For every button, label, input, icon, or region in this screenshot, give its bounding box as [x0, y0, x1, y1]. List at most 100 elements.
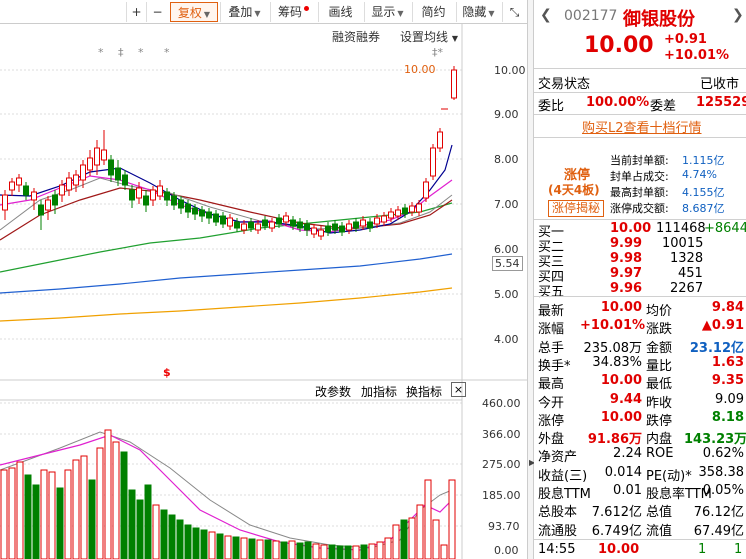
- price-change-pct: +10.01%: [664, 48, 730, 63]
- stat-label: 总值: [646, 505, 673, 521]
- stat-label: 换手*: [538, 358, 571, 374]
- candle-body: [325, 225, 331, 233]
- adjust-dropdown[interactable]: 复权 ▼: [170, 2, 218, 22]
- kline-chart[interactable]: [0, 24, 527, 559]
- bid-volume: 111468: [656, 221, 706, 236]
- volume-bar: [360, 544, 368, 559]
- stat-label: 金额: [646, 340, 673, 356]
- event-marker-2[interactable]: ‡: [118, 46, 124, 59]
- stat-value: 67.49亿: [693, 523, 744, 539]
- event-marker-3[interactable]: *: [138, 46, 144, 59]
- volume-bar: [168, 514, 176, 559]
- zoom-out-button[interactable]: −: [146, 2, 168, 22]
- stat-label: 涨跌: [646, 322, 673, 338]
- stat-value: 10.00: [600, 300, 642, 315]
- switch-indicator-button[interactable]: 换指标: [406, 383, 442, 400]
- stat-value: +10.01%: [580, 318, 646, 334]
- s-marker-icon[interactable]: $: [163, 366, 171, 379]
- volume-bar: [232, 536, 240, 559]
- volume-bar: [264, 539, 272, 559]
- event-marker-4[interactable]: *: [164, 46, 170, 59]
- stat-value: 0.62%: [702, 446, 744, 462]
- forward-arrow-icon[interactable]: ❯: [732, 7, 744, 23]
- change-param-button[interactable]: 改参数: [315, 383, 351, 400]
- candle-body: [381, 215, 387, 223]
- draw-line-button[interactable]: 画线: [318, 2, 362, 22]
- vol-axis-93: 93.70: [488, 520, 520, 533]
- stock-code: 002177: [564, 8, 618, 24]
- volume-bar: [128, 489, 136, 559]
- candle-body: [23, 185, 29, 196]
- candle-body: [171, 195, 177, 206]
- margin-trading-link[interactable]: 融资融券: [332, 28, 380, 45]
- volume-bar: [64, 469, 72, 559]
- stat-label: 量比: [646, 358, 673, 374]
- event-marker-1[interactable]: *: [98, 46, 104, 59]
- stat-value: 2.24: [613, 446, 642, 462]
- candle-body: [115, 167, 121, 181]
- stat-label: 流值: [646, 523, 673, 539]
- volume-bar: [24, 474, 32, 559]
- l2-upgrade-link[interactable]: 购买L2查看十档行情: [582, 117, 702, 136]
- chevron-down-icon: ▼: [451, 34, 458, 43]
- back-arrow-icon[interactable]: ❮: [540, 7, 552, 23]
- stat-value: 1.63: [711, 354, 744, 370]
- candle-body: [353, 221, 359, 229]
- volume-bar: [256, 539, 264, 559]
- volume-bar: [224, 535, 232, 559]
- volume-bar: [56, 487, 64, 559]
- simple-button[interactable]: 简约: [412, 2, 454, 22]
- limit-price-label: 10.00: [404, 63, 436, 76]
- limit-up-reveal-button[interactable]: 涨停揭秘: [548, 200, 605, 217]
- volume-bar: [200, 529, 208, 559]
- volume-bar: [320, 544, 328, 559]
- tick-price: 10.00: [598, 542, 640, 557]
- add-indicator-button[interactable]: 加指标: [361, 383, 397, 400]
- stat-value: 76.12亿: [693, 505, 744, 521]
- weicha-value: 125529: [696, 95, 746, 110]
- display-dropdown[interactable]: 显示 ▼: [364, 2, 410, 22]
- limit-up-detail-value: 4.74%: [682, 168, 717, 181]
- stock-name: 御银股份: [623, 9, 695, 30]
- display-label: 显示: [371, 5, 396, 19]
- candle-body: [402, 207, 408, 215]
- price-axis-5: 5.00: [494, 288, 519, 301]
- fullscreen-icon[interactable]: ⤡: [502, 2, 526, 22]
- candle-body: [150, 189, 156, 201]
- limit-up-detail-label: 封单占成交:: [610, 170, 669, 183]
- candle-body: [451, 69, 457, 99]
- panel-splitter[interactable]: ▶: [527, 0, 535, 559]
- volume-bar: [0, 469, 8, 559]
- candle-body: [178, 199, 184, 209]
- candle-body: [311, 227, 317, 235]
- volume-bar: [272, 540, 280, 559]
- volume-bar: [144, 484, 152, 559]
- candle-body: [304, 223, 310, 231]
- overlay-dropdown[interactable]: 叠加 ▼: [220, 2, 268, 22]
- zoom-in-button[interactable]: +: [126, 2, 146, 22]
- ma-line-yellow: [0, 287, 453, 322]
- candle-body: [416, 203, 422, 213]
- stat-value: 9.35: [711, 373, 744, 389]
- candle-body: [339, 225, 345, 233]
- candle-body: [45, 199, 51, 211]
- candle-body: [234, 221, 240, 229]
- stat-label: 昨收: [646, 395, 673, 411]
- weicha-label: 委差: [650, 99, 677, 114]
- stat-label: 流通股: [538, 523, 578, 539]
- candle-body: [241, 223, 247, 231]
- close-pane-icon[interactable]: ×: [451, 382, 466, 397]
- stat-value: 0.014: [604, 464, 642, 480]
- candle-body: [430, 147, 436, 177]
- chip-button[interactable]: 筹码: [270, 2, 316, 22]
- divider: [534, 219, 746, 220]
- divider: [534, 137, 746, 138]
- stat-value: 9.09: [715, 391, 744, 407]
- bid-price: 9.99: [610, 236, 643, 251]
- volume-bar: [280, 541, 288, 559]
- ma-settings-dropdown[interactable]: 设置均线 ▼: [400, 28, 458, 45]
- hide-dropdown[interactable]: 隐藏 ▼: [456, 2, 500, 22]
- candle-body: [9, 181, 15, 191]
- stat-value: 23.12亿: [689, 340, 744, 356]
- event-marker-5[interactable]: ‡*: [432, 46, 443, 59]
